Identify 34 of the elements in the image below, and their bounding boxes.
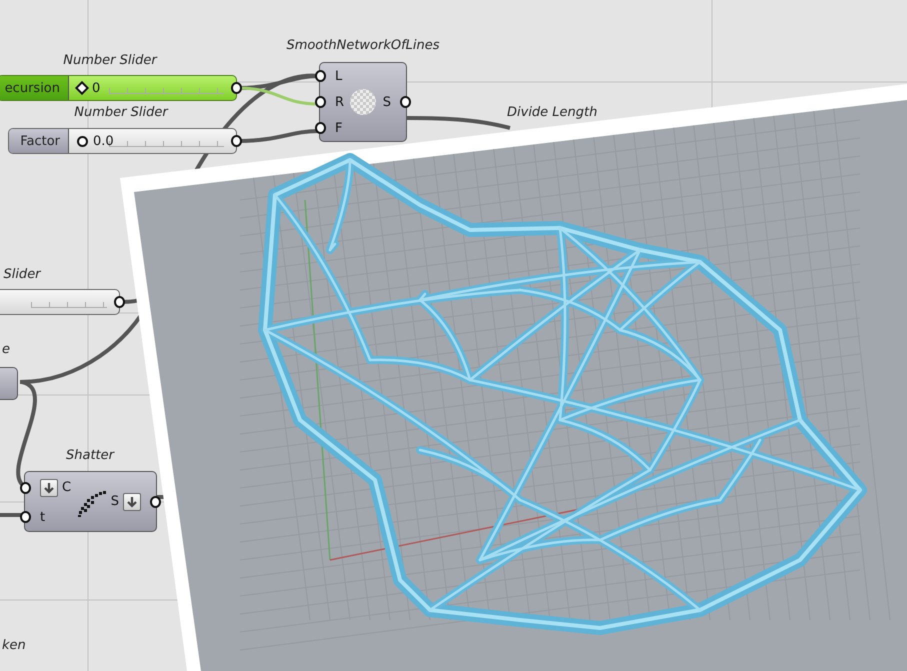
- input-label: R: [335, 94, 344, 110]
- output-port[interactable]: [150, 496, 161, 508]
- component-title: e: [2, 342, 10, 357]
- output-label: S: [382, 94, 391, 110]
- input-port[interactable]: [315, 70, 326, 82]
- number-slider[interactable]: Factor 0.0: [8, 128, 237, 154]
- output-port[interactable]: [400, 96, 411, 108]
- input-label: t: [40, 510, 46, 524]
- slider-title: Number Slider: [74, 105, 168, 120]
- number-slider[interactable]: [0, 289, 120, 315]
- output-label: S: [110, 494, 119, 509]
- input-port[interactable]: [315, 96, 326, 108]
- input-port[interactable]: [20, 511, 31, 523]
- component-title: Shatter: [66, 448, 114, 463]
- slider-title: Slider: [3, 267, 41, 282]
- component-title: Divide Length: [507, 105, 598, 120]
- input-port[interactable]: [315, 122, 326, 134]
- number-slider[interactable]: ecursion 0: [0, 75, 237, 101]
- slider-value: 0: [92, 80, 100, 96]
- slider-label: Factor: [9, 129, 69, 153]
- slider-label: ecursion: [0, 76, 69, 100]
- input-port[interactable]: [20, 482, 31, 494]
- arrow-down-icon[interactable]: [40, 478, 58, 496]
- input-label: F: [335, 120, 342, 136]
- checker-sphere-icon: [348, 87, 378, 117]
- component-title: ken: [2, 638, 26, 653]
- wire: [0, 513, 24, 517]
- component-title: SmoothNetworkOfLines: [286, 38, 440, 53]
- arrow-down-icon[interactable]: [123, 492, 141, 510]
- input-label: L: [335, 68, 342, 84]
- input-label: C: [62, 480, 72, 495]
- slider-title: Number Slider: [63, 53, 157, 68]
- slider-value: 0.0: [93, 134, 114, 148]
- circle-grip-icon[interactable]: [77, 136, 88, 146]
